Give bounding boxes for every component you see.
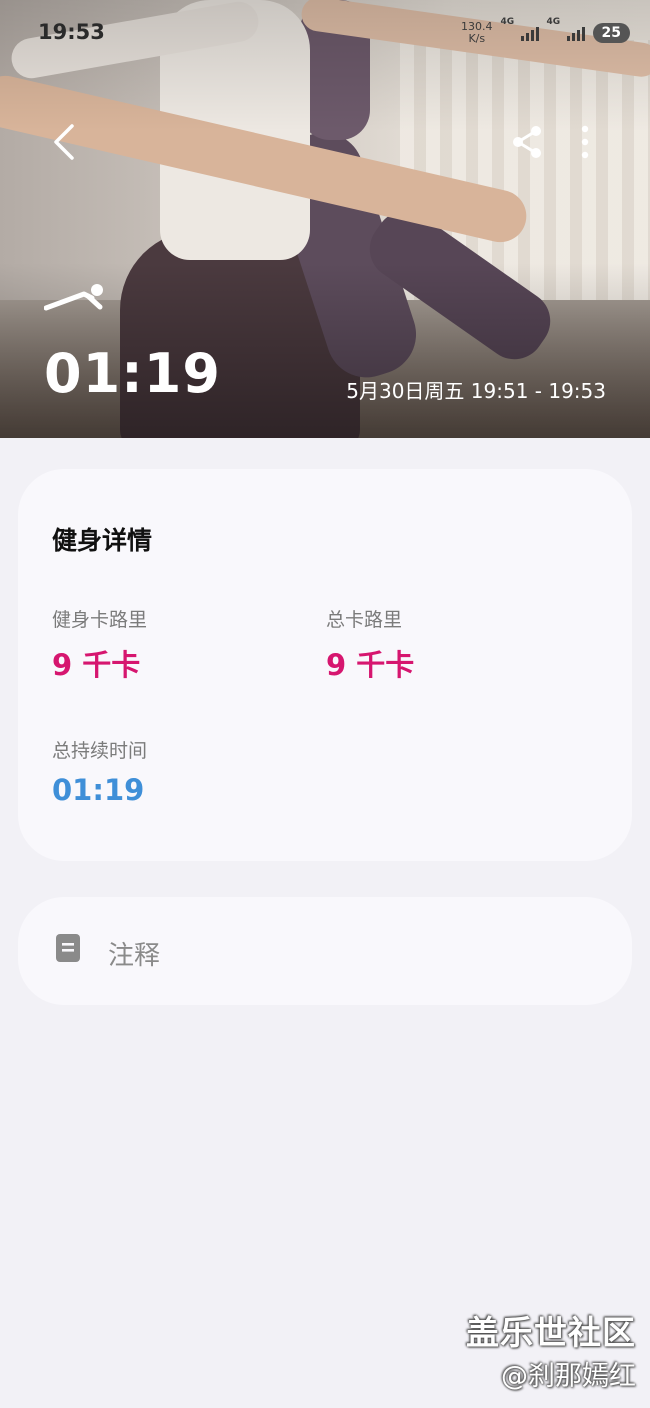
plank-exercise-icon <box>44 284 103 311</box>
network-speed: 130.4 K/s <box>461 20 493 45</box>
metric-label: 总持续时间 <box>52 740 148 762</box>
workout-duration: 01:19 <box>44 342 221 405</box>
chevron-left-icon <box>54 124 74 160</box>
notes-label: 注释 <box>108 941 161 971</box>
signal-icon: 4G <box>547 17 585 41</box>
metric-workout-calories: 健身卡路里 9 千卡 <box>52 605 147 684</box>
workout-date-range: 5月30日周五 19:51 - 19:53 <box>346 379 606 403</box>
notes-button[interactable]: 注释 <box>18 897 632 1005</box>
more-options-button[interactable] <box>565 120 605 164</box>
watermark-author: @刹那嫣红 <box>501 1361 636 1392</box>
metric-value: 01:19 <box>52 773 145 807</box>
share-icon <box>513 126 541 158</box>
metric-total-calories: 总卡路里 9 千卡 <box>326 605 414 684</box>
workout-details-card: 健身详情 健身卡路里 9 千卡 总卡路里 9 千卡 总持续时间 01:19 <box>18 469 632 861</box>
details-title: 健身详情 <box>52 526 153 555</box>
metric-value: 9 千卡 <box>326 648 415 682</box>
back-button[interactable] <box>42 120 86 164</box>
watermark-community: 盖乐世社区 <box>466 1313 636 1352</box>
metric-label: 总卡路里 <box>326 609 403 631</box>
metric-value: 9 千卡 <box>52 648 141 682</box>
share-button[interactable] <box>505 120 549 164</box>
status-icons: 130.4 K/s 4G 4G 25 <box>461 17 630 48</box>
metric-label: 健身卡路里 <box>52 609 148 631</box>
note-icon <box>56 934 80 962</box>
metric-total-duration: 总持续时间 01:19 <box>52 736 147 807</box>
more-vertical-icon <box>581 125 589 159</box>
signal-icon: 4G <box>501 17 539 41</box>
status-time: 19:53 <box>38 20 105 44</box>
battery-indicator: 25 <box>592 23 630 43</box>
